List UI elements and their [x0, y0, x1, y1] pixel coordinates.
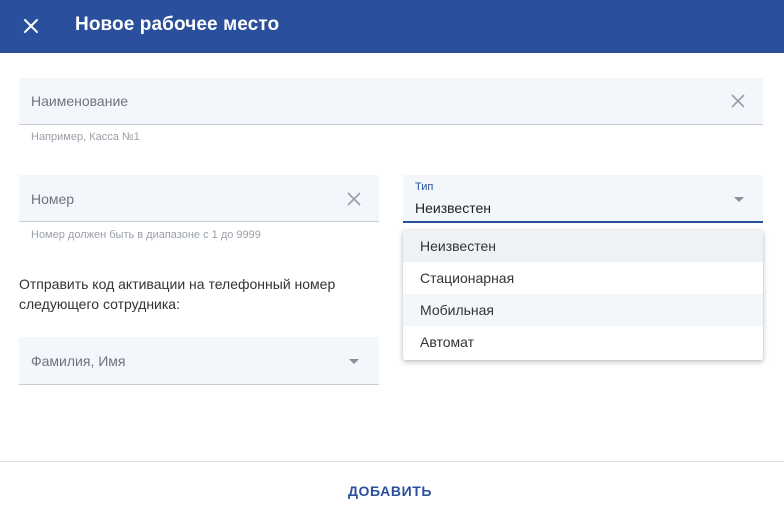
dialog-title: Новое рабочее место	[75, 14, 280, 35]
chevron-down-icon	[734, 197, 744, 202]
type-option-automat[interactable]: Автомат	[403, 326, 763, 358]
clear-icon	[731, 94, 745, 108]
chevron-down-icon	[349, 359, 359, 364]
type-option-mobile[interactable]: Мобильная	[403, 294, 763, 326]
number-placeholder: Номер	[31, 191, 75, 207]
type-label: Тип	[415, 181, 434, 193]
add-button[interactable]: ДОБАВИТЬ	[330, 478, 450, 504]
type-option-unknown[interactable]: Неизвестен	[403, 230, 763, 262]
number-clear-button[interactable]	[344, 189, 364, 209]
name-input[interactable]: Наименование	[19, 78, 763, 125]
clear-icon	[347, 192, 361, 206]
number-hint: Номер должен быть в диапазоне с 1 до 999…	[31, 229, 261, 241]
type-dropdown-menu: Неизвестен Стационарная Мобильная Автома…	[403, 230, 763, 360]
employee-placeholder: Фамилия, Имя	[31, 353, 126, 369]
header-bar: Новое рабочее место	[0, 0, 784, 53]
footer-divider	[0, 461, 784, 462]
close-button[interactable]	[18, 13, 44, 39]
type-value: Неизвестен	[415, 200, 491, 216]
number-input[interactable]: Номер	[19, 175, 379, 222]
name-clear-button[interactable]	[728, 91, 748, 111]
employee-select[interactable]: Фамилия, Имя	[19, 337, 379, 385]
send-code-text: Отправить код активации на телефонный но…	[19, 276, 336, 312]
name-hint: Например, Касса №1	[31, 131, 140, 143]
name-placeholder: Наименование	[31, 93, 129, 109]
type-select[interactable]: Тип Неизвестен	[403, 175, 763, 223]
type-option-stationary[interactable]: Стационарная	[403, 262, 763, 294]
close-icon	[24, 19, 38, 33]
